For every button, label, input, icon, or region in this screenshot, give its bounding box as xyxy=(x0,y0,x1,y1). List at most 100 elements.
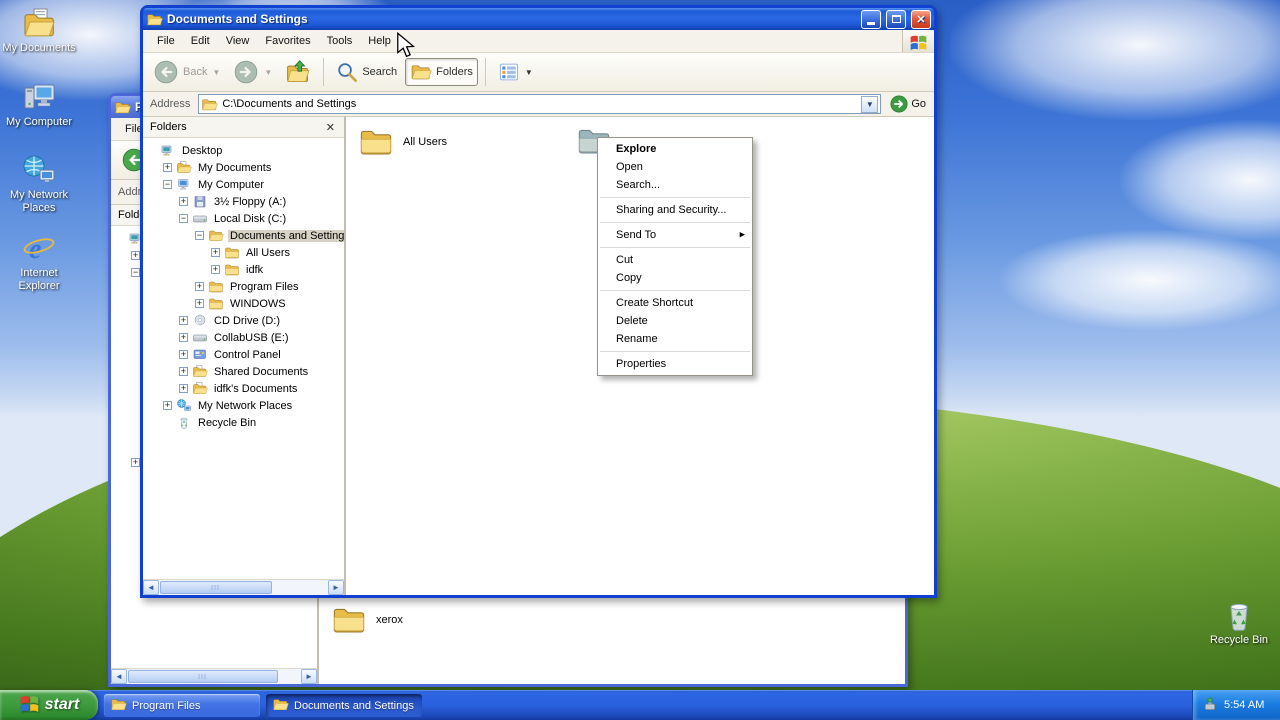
scroll-left-icon[interactable]: ◄ xyxy=(143,580,159,595)
context-item-explore[interactable]: Explore xyxy=(598,140,752,158)
views-button[interactable]: ▼ xyxy=(493,58,538,86)
tree-label[interactable]: All Users xyxy=(244,247,292,259)
tree-item-shared-documents[interactable]: + Shared Documents xyxy=(143,363,344,380)
tree-label[interactable]: Documents and Settings xyxy=(228,229,344,242)
menu-view[interactable]: View xyxy=(218,32,258,50)
expand-plus-icon[interactable]: + xyxy=(179,367,188,376)
address-dropdown-icon[interactable]: ▼ xyxy=(861,95,879,113)
desktop-icon-recycle-bin[interactable]: Recycle Bin xyxy=(1200,598,1278,647)
context-item-sharing-and-security-[interactable]: Sharing and Security... xyxy=(598,201,752,219)
tree-label[interactable]: Program Files xyxy=(228,281,300,293)
expand-plus-icon[interactable]: + xyxy=(179,333,188,342)
context-item-create-shortcut[interactable]: Create Shortcut xyxy=(598,294,752,312)
tree-label[interactable]: CollabUSB (E:) xyxy=(212,332,291,344)
tree-label[interactable]: 3½ Floppy (A:) xyxy=(212,196,288,208)
context-item-rename[interactable]: Rename xyxy=(598,330,752,348)
address-input[interactable]: C:\Documents and Settings ▼ xyxy=(198,94,882,114)
expand-plus-icon[interactable]: + xyxy=(131,251,140,260)
horizontal-scrollbar[interactable]: ◄ ► xyxy=(143,579,344,595)
minimize-button[interactable] xyxy=(861,9,881,29)
collapse-minus-icon[interactable]: − xyxy=(195,231,204,240)
tree-item-desktop[interactable]: Desktop xyxy=(143,142,344,159)
tree-item-cd-drive-d-[interactable]: + CD Drive (D:) xyxy=(143,312,344,329)
taskbar-task-program-files[interactable]: Program Files xyxy=(104,694,260,717)
tree-item-idfk-s-documents[interactable]: + idfk's Documents xyxy=(143,380,344,397)
titlebar[interactable]: Documents and Settings ✕ xyxy=(143,8,934,30)
safely-remove-hardware-icon[interactable] xyxy=(1202,696,1218,715)
expand-plus-icon[interactable]: + xyxy=(163,163,172,172)
expand-plus-icon[interactable]: + xyxy=(179,384,188,393)
expand-plus-icon[interactable]: + xyxy=(179,350,188,359)
tree-item-my-network-places[interactable]: + My Network Places xyxy=(143,397,344,414)
desktop-icon-my-documents[interactable]: My Documents xyxy=(0,6,78,55)
tree-item-3-floppy-a-[interactable]: +3½ Floppy (A:) xyxy=(143,193,344,210)
window-documents-and-settings[interactable]: Documents and Settings ✕ File Edit View Fav… xyxy=(140,5,937,598)
tree-label[interactable]: My Documents xyxy=(196,162,273,174)
context-item-cut[interactable]: Cut xyxy=(598,251,752,269)
back-button[interactable]: Back ▼ xyxy=(148,56,225,88)
menu-edit[interactable]: Edit xyxy=(183,32,218,50)
horizontal-scrollbar[interactable]: ◄ ► xyxy=(111,668,317,684)
tree-label[interactable]: Desktop xyxy=(180,145,224,157)
expand-plus-icon[interactable]: + xyxy=(131,458,140,467)
collapse-minus-icon[interactable]: − xyxy=(179,214,188,223)
menu-help[interactable]: Help xyxy=(360,32,399,50)
maximize-button[interactable] xyxy=(886,9,906,29)
taskbar-task-documents-and-settings[interactable]: Documents and Settings xyxy=(266,694,422,717)
tree-item-control-panel[interactable]: + Control Panel xyxy=(143,346,344,363)
tree-item-local-disk-c-[interactable]: − Local Disk (C:) xyxy=(143,210,344,227)
menu-favorites[interactable]: Favorites xyxy=(257,32,318,50)
context-item-copy[interactable]: Copy xyxy=(598,269,752,287)
up-button[interactable] xyxy=(280,56,316,88)
tree-label[interactable]: Shared Documents xyxy=(212,366,310,378)
forward-button[interactable]: ▼ xyxy=(228,56,277,88)
context-item-open[interactable]: Open xyxy=(598,158,752,176)
tree-label[interactable]: My Network Places xyxy=(196,400,294,412)
search-button[interactable]: Search xyxy=(331,58,402,86)
tree-label[interactable]: idfk's Documents xyxy=(212,383,299,395)
desktop-icon-my-network-places[interactable]: My Network Places xyxy=(0,153,78,215)
folders-button[interactable]: Folders xyxy=(405,58,478,86)
expand-plus-icon[interactable]: + xyxy=(195,282,204,291)
expand-plus-icon[interactable]: + xyxy=(211,265,220,274)
tree-item-collabusb-e-[interactable]: + CollabUSB (E:) xyxy=(143,329,344,346)
tree-label[interactable]: WINDOWS xyxy=(228,298,288,310)
context-item-delete[interactable]: Delete xyxy=(598,312,752,330)
context-item-properties[interactable]: Properties xyxy=(598,355,752,373)
scroll-right-icon[interactable]: ► xyxy=(301,669,317,684)
menu-tools[interactable]: Tools xyxy=(319,32,361,50)
expand-plus-icon[interactable]: + xyxy=(179,197,188,206)
file-tile-xerox[interactable]: xerox xyxy=(331,603,403,636)
tree-item-documents-and-settings[interactable]: − Documents and Settings xyxy=(143,227,344,244)
expand-plus-icon[interactable]: + xyxy=(179,316,188,325)
expand-plus-icon[interactable]: + xyxy=(211,248,220,257)
menu-file[interactable]: File xyxy=(149,32,183,50)
tree-item-all-users[interactable]: + All Users xyxy=(143,244,344,261)
tree-label[interactable]: idfk xyxy=(244,264,265,276)
scroll-right-icon[interactable]: ► xyxy=(328,580,344,595)
tree-item-idfk[interactable]: + idfk xyxy=(143,261,344,278)
collapse-minus-icon[interactable]: − xyxy=(163,180,172,189)
go-button[interactable]: Go xyxy=(886,95,930,113)
context-item-search-[interactable]: Search... xyxy=(598,176,752,194)
tree-item-my-documents[interactable]: + My Documents xyxy=(143,159,344,176)
scroll-left-icon[interactable]: ◄ xyxy=(111,669,127,684)
tree-item-windows[interactable]: + WINDOWS xyxy=(143,295,344,312)
tree-label[interactable]: Control Panel xyxy=(212,349,283,361)
tree-label[interactable]: Local Disk (C:) xyxy=(212,213,288,225)
tree-item-program-files[interactable]: + Program Files xyxy=(143,278,344,295)
tree-item-my-computer[interactable]: − My Computer xyxy=(143,176,344,193)
start-button[interactable]: start xyxy=(0,690,98,720)
close-pane-icon[interactable]: ✕ xyxy=(324,121,337,134)
expand-plus-icon[interactable]: + xyxy=(163,401,172,410)
scrollbar-thumb[interactable] xyxy=(160,581,272,594)
desktop-icon-my-computer[interactable]: My Computer xyxy=(0,80,78,129)
scrollbar-thumb[interactable] xyxy=(128,670,278,683)
collapse-minus-icon[interactable]: − xyxy=(131,268,140,277)
tree-label[interactable]: CD Drive (D:) xyxy=(212,315,282,327)
file-tile-all-users[interactable]: All Users xyxy=(358,125,447,158)
tree-item-recycle-bin[interactable]: Recycle Bin xyxy=(143,414,344,431)
expand-plus-icon[interactable]: + xyxy=(195,299,204,308)
tree-label[interactable]: My Computer xyxy=(196,179,266,191)
context-item-send-to[interactable]: Send To ▶ xyxy=(598,226,752,244)
